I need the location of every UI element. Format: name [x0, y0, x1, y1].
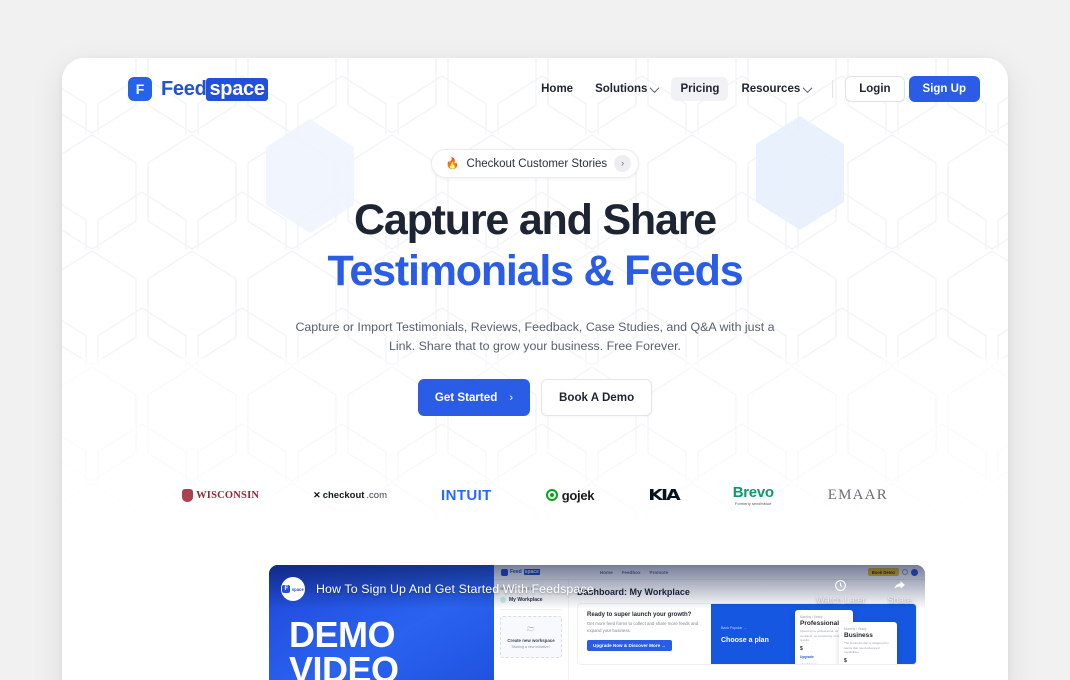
video-title-bar: F space How To Sign Up And Get Started W… — [281, 577, 594, 601]
gojek-mark-icon — [545, 489, 558, 501]
video-demo-text: DEMO VIDEO — [289, 614, 399, 680]
hero-cta-group: Get Started › Book A Demo — [62, 379, 1008, 417]
hero-headline-line2: Testimonials & Feeds — [327, 247, 744, 296]
arrow-right-icon: › — [509, 391, 513, 404]
brand-logo-wisconsin: WISCONSIN — [182, 478, 259, 512]
customer-stories-badge-label: Checkout Customer Stories — [466, 157, 608, 170]
brand-logo-intuit: INTUIT — [441, 478, 492, 512]
folder-plus-icon: 🗁 — [527, 627, 535, 633]
brand-logo-gojek: gojek — [545, 478, 595, 512]
dashboard-create-workspace-title: Create new workspace — [507, 638, 555, 643]
brand-logo-gojek-label: gojek — [561, 487, 595, 503]
brand-logo-checkout-suffix: .com — [366, 489, 388, 501]
brand-logo-kia-label: KIA — [648, 486, 680, 504]
share-label: Share — [887, 595, 912, 605]
logo-text-space: space — [206, 77, 268, 101]
hero-subtitle: Capture or Import Testimonials, Reviews,… — [295, 319, 775, 354]
nav-item-resources-label: Resources — [741, 83, 801, 95]
chevron-down-icon — [802, 82, 813, 93]
plan-billing-toggle: Monthly / Yearly — [800, 615, 823, 619]
nav-divider — [832, 80, 834, 98]
nav-item-resources[interactable]: Resources — [732, 77, 820, 101]
video-demo-line1: DEMO — [289, 614, 395, 655]
dashboard-promo-card: Ready to super launch your growth? Get m… — [577, 603, 917, 665]
signup-button[interactable]: Sign Up — [908, 76, 980, 102]
chevron-down-icon — [650, 82, 660, 93]
hero-headline: Capture and Share Testimonials & Feeds — [62, 197, 1008, 295]
logo[interactable]: F Feed space — [128, 77, 268, 101]
video-demo-line2: VIDEO — [289, 649, 399, 680]
brand-logo-emaar-label: EMAAR — [827, 486, 888, 503]
dashboard-create-workspace-sub: Starting a new initiative? — [511, 644, 551, 649]
brand-logo-intuit-label: INTUIT — [441, 486, 492, 504]
dashboard-promo-title: Ready to super launch your growth? — [587, 612, 692, 618]
checkout-mark-icon: ✕ — [313, 489, 321, 500]
get-started-button[interactable]: Get Started › — [417, 379, 530, 417]
channel-logo-text: space — [291, 586, 304, 592]
hero-headline-line1: Capture and Share — [354, 196, 717, 244]
nav-item-home[interactable]: Home — [532, 77, 582, 101]
plan-billing-toggle: Monthly / Yearly — [844, 627, 867, 631]
dashboard-choose-plan-label: Choose a plan — [721, 637, 769, 644]
nav-item-pricing-label: Pricing — [680, 83, 720, 95]
brand-logo-brevo-label: Brevo — [732, 484, 774, 501]
screen: F Feed space Home Solutions Pricing Resou… — [0, 0, 1070, 680]
fire-icon: 🔥 — [445, 158, 460, 170]
logo-text-feed: Feed — [161, 77, 207, 100]
plan-name: Business — [844, 632, 873, 639]
brand-logo-checkout: ✕ checkout .com — [313, 478, 387, 512]
video-channel-avatar[interactable]: F space — [281, 577, 305, 601]
clock-icon — [835, 580, 847, 591]
plan-price: $ — [844, 657, 847, 664]
logo-wordmark: Feed space — [161, 77, 268, 101]
dashboard-create-workspace-card: 🗁 Create new workspace Starting a new in… — [500, 616, 562, 658]
brand-logo-checkout-label: checkout — [322, 489, 365, 501]
browser-page-card: F Feed space Home Solutions Pricing Resou… — [62, 58, 1008, 680]
chevron-right-icon: › — [614, 155, 632, 172]
dashboard-promo-left: Ready to super launch your growth? Get m… — [578, 604, 711, 664]
share-arrow-icon — [894, 581, 906, 589]
dashboard-promo-sub: Get more feed forms to collect and share… — [587, 621, 699, 633]
plan-description: The business plan is designed for teams … — [844, 641, 889, 654]
nav-item-solutions-label: Solutions — [595, 83, 648, 95]
brand-logo-emaar: EMAAR — [828, 478, 888, 512]
get-started-label: Get Started — [434, 391, 498, 405]
dashboard-upgrade-button: Upgrade Now & Discover More → — [587, 640, 673, 652]
dashboard-plan-panel: Back Popular → Choose a plan Monthly / Y… — [711, 604, 916, 664]
brand-logo-brevo: Brevo Formerly sendinblue — [733, 478, 774, 512]
book-a-demo-button[interactable]: Book A Demo — [541, 379, 653, 417]
demo-video-player[interactable]: DEMO VIDEO Feedspace Home Feedbox Promot… — [269, 565, 925, 680]
logo-mark-icon: F — [128, 77, 152, 101]
brand-logo-brevo-sublabel: Formerly sendinblue — [735, 502, 772, 506]
nav-item-solutions[interactable]: Solutions — [586, 77, 667, 101]
hero-section: 🔥 Checkout Customer Stories › Capture an… — [62, 120, 1008, 417]
customer-logo-strip: WISCONSIN ✕ checkout .com INTUIT gojek K… — [62, 478, 1008, 512]
video-controls: Watch Later Share — [816, 579, 912, 605]
login-button[interactable]: Login — [845, 76, 905, 102]
nav-item-home-label: Home — [541, 83, 574, 95]
customer-stories-badge[interactable]: 🔥 Checkout Customer Stories › — [430, 149, 640, 178]
watch-later-label: Watch Later — [816, 595, 866, 605]
wisconsin-crest-icon — [182, 488, 194, 502]
nav-item-pricing[interactable]: Pricing — [671, 77, 729, 101]
dashboard-plan-card-business: Monthly / Yearly Business The business p… — [839, 622, 897, 664]
brand-logo-kia: KIA — [648, 478, 680, 512]
channel-logo-mark-icon: F — [282, 585, 291, 593]
main-navigation: Home Solutions Pricing Resources Login S… — [532, 76, 980, 102]
dashboard-plan-back-label: Back Popular → — [721, 626, 747, 630]
video-title[interactable]: How To Sign Up And Get Started With Feed… — [316, 582, 594, 596]
share-button[interactable]: Share — [887, 579, 912, 605]
brand-logo-wisconsin-label: WISCONSIN — [196, 489, 260, 501]
site-header: F Feed space Home Solutions Pricing Resou… — [62, 58, 1008, 120]
watch-later-button[interactable]: Watch Later — [816, 579, 865, 605]
